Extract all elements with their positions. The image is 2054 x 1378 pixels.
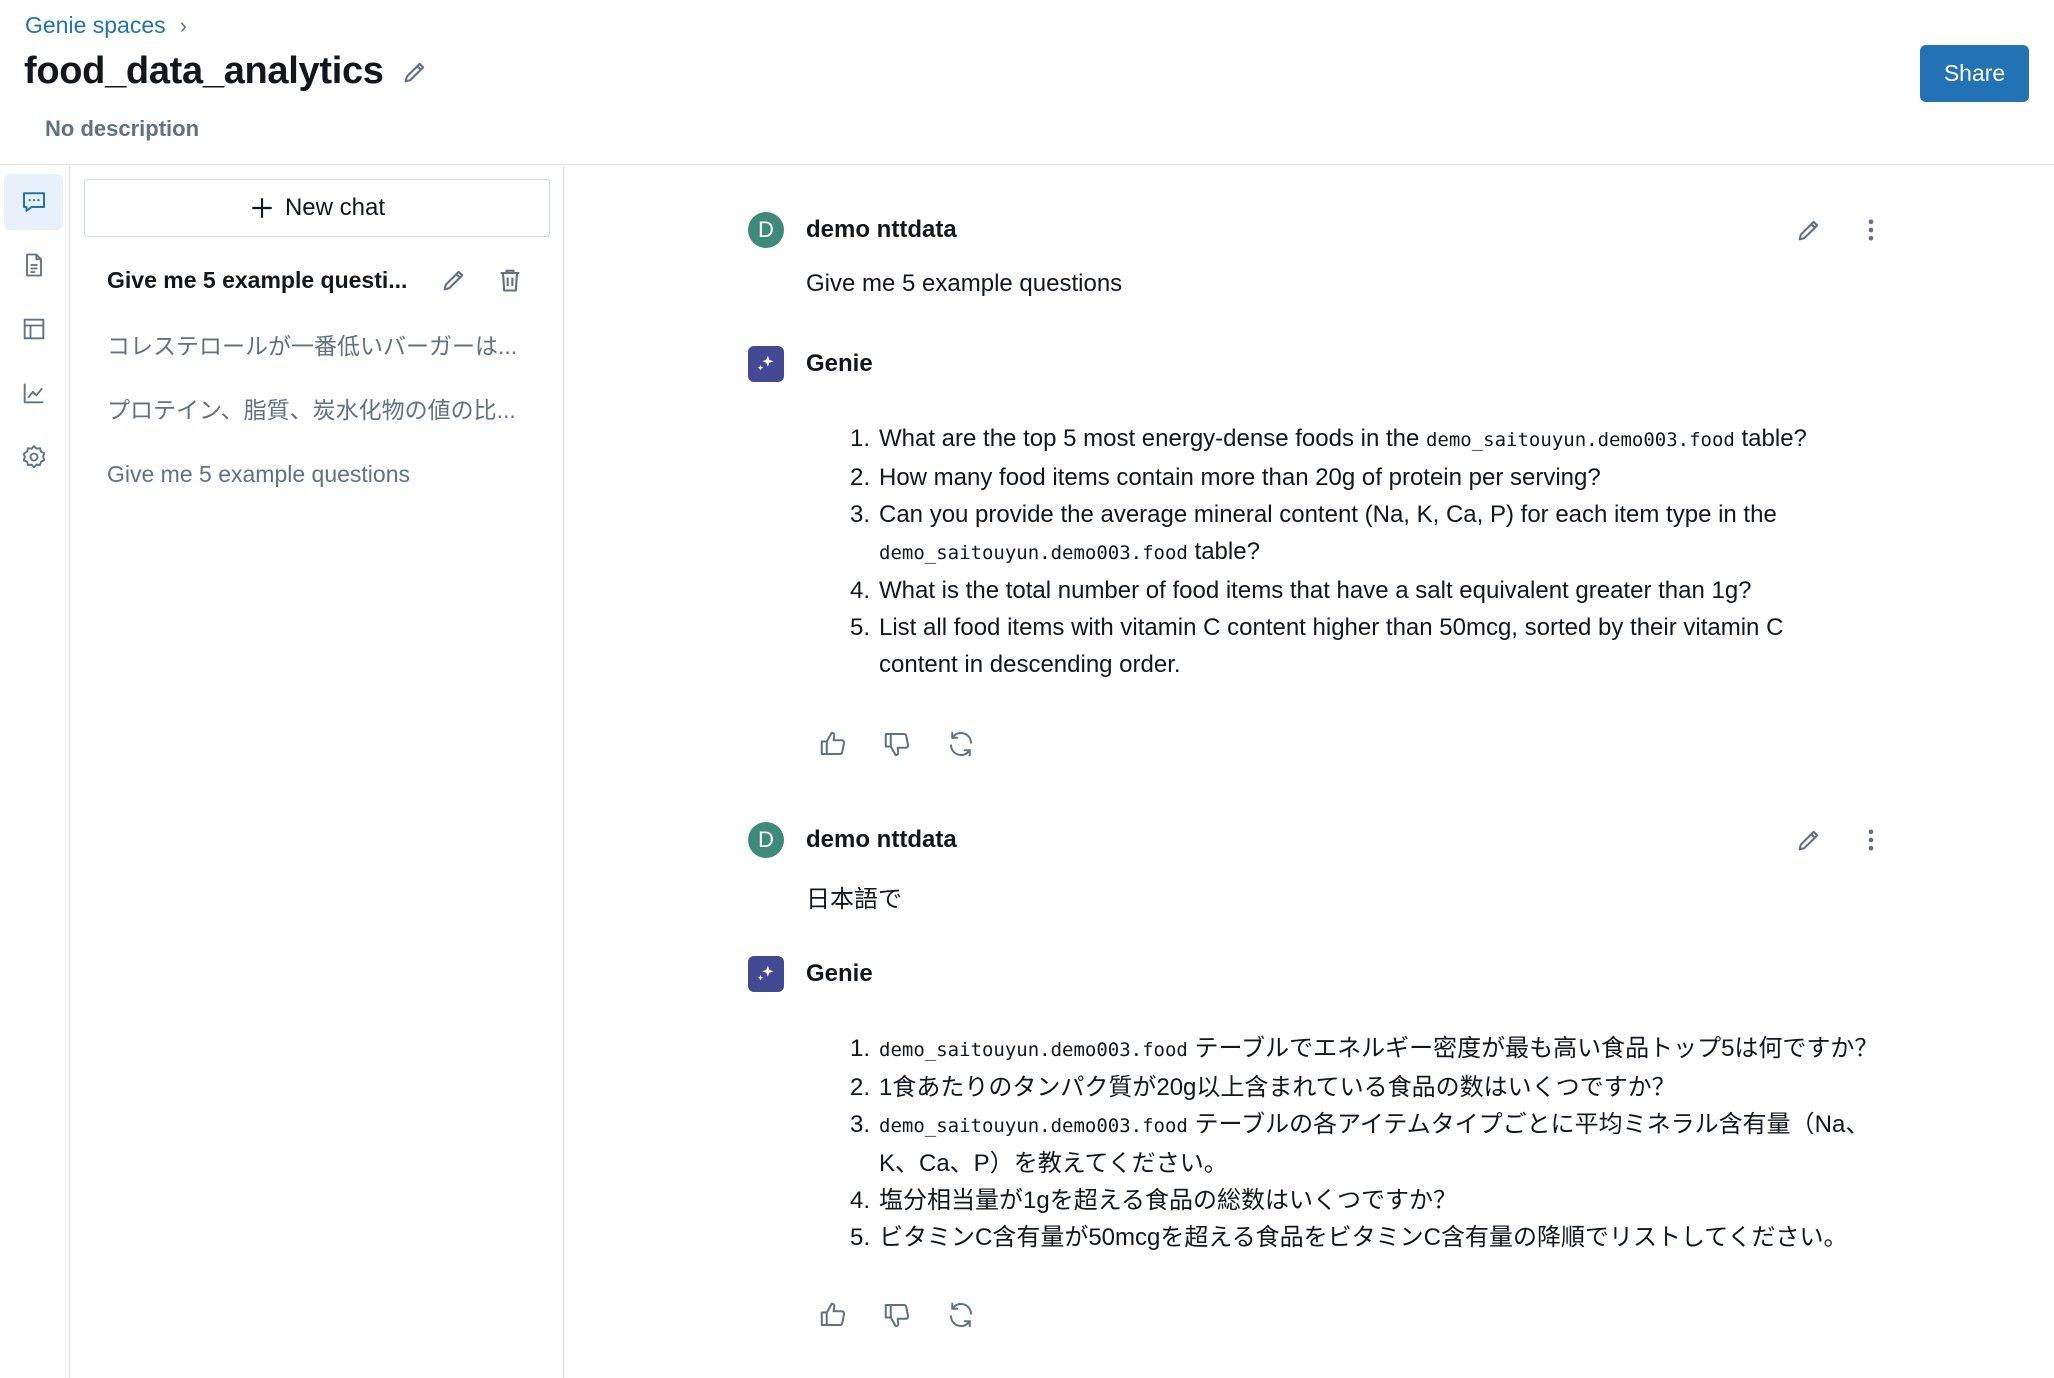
breadcrumb-genie-spaces[interactable]: Genie spaces [25,12,166,39]
regenerate-icon[interactable] [943,1297,979,1333]
chat-list-item[interactable]: Give me 5 example questions [107,452,527,496]
conversation-panel: D demo nttdata Give me 5 example questio… [565,166,2054,1378]
message-header: Genie [748,956,873,992]
new-chat-button[interactable]: New chat [84,179,550,237]
page-title: food_data_analytics [24,50,384,92]
list-item: 3. Can you provide the average mineral co… [850,501,1777,565]
message-author: Genie [806,960,873,987]
feedback-actions [815,726,979,762]
page-header: Genie spaces › food_data_analytics No de… [0,0,2054,165]
thumbs-up-icon[interactable] [815,726,851,762]
list-item: 5. ビタミンC含有量が50mcgを超える食品をビタミンC含有量の降順でリストして… [850,1224,1848,1251]
list-item: 4. 塩分相当量が1gを超える食品の総数はいくつですか？ [850,1187,1457,1214]
list-item: 2. 1食あたりのタンパク質が20g以上含まれている食品の数はいくつですか？ [850,1074,1676,1101]
list-item: 1. demo_saitouyun.demo003.food テーブルでエネルギー… [850,1035,1879,1062]
message-author: demo nttdata [806,826,957,853]
rename-chat-pencil-icon[interactable] [437,263,471,297]
chat-list-item[interactable]: プロテイン、脂質、炭水化物の値の比... [107,386,527,430]
chat-list-item[interactable]: コレステロールが一番低いバーガーは... [107,322,527,366]
avatar: D [748,212,784,248]
plus-icon [252,198,272,218]
more-options-icon[interactable] [1853,822,1889,858]
list-item: 3. demo_saitouyun.demo003.food テーブルの各アイテム… [850,1111,1870,1177]
thumbs-down-icon[interactable] [879,726,915,762]
genie-sparkle-icon [748,956,784,992]
chat-icon[interactable] [4,174,63,230]
message-header: Genie [748,346,873,382]
chat-list-item-label: プロテイン、脂質、炭水化物の値の比... [107,397,516,423]
space-description[interactable]: No description [45,116,199,142]
list-item: 2. How many food items contain more than … [850,464,1601,491]
message-author: Genie [806,350,873,377]
chevron-right-icon: › [179,12,187,38]
list-item: 4. What is the total number of food items… [850,577,1752,604]
list-item: 1. What are the top 5 most energy-dense f… [850,425,1807,452]
message-header: D demo nttdata [748,822,957,858]
list-item: 5. List all food items with vitamin C con… [850,614,1784,678]
thumbs-up-icon[interactable] [815,1297,851,1333]
edit-title-pencil-icon[interactable] [400,57,430,87]
message-actions [1791,822,1889,858]
settings-icon[interactable] [4,429,63,485]
breadcrumb: Genie spaces › [25,12,187,39]
regenerate-icon[interactable] [943,726,979,762]
delete-chat-trash-icon[interactable] [493,263,527,297]
share-button[interactable]: Share [1920,45,2029,102]
message-header: D demo nttdata [748,212,957,248]
edit-message-pencil-icon[interactable] [1791,212,1827,248]
new-chat-label: New chat [284,194,386,221]
chat-list-item-label: コレステロールが一番低いバーガーは... [107,333,518,359]
chart-icon[interactable] [4,365,63,421]
document-icon[interactable] [4,237,63,293]
chat-list-item-label: Give me 5 example questi... [107,266,408,293]
table-icon[interactable] [4,301,63,357]
feedback-actions [815,1297,979,1333]
edit-message-pencil-icon[interactable] [1791,822,1827,858]
side-rail [0,166,70,1378]
user-message-text: 日本語で [806,886,902,913]
thumbs-down-icon[interactable] [879,1297,915,1333]
more-options-icon[interactable] [1853,212,1889,248]
chat-list-item-label: Give me 5 example questions [107,460,410,487]
user-message-text: Give me 5 example questions [806,270,1123,297]
message-author: demo nttdata [806,216,957,243]
genie-sparkle-icon [748,346,784,382]
avatar: D [748,822,784,858]
chat-list-panel: New chat Give me 5 example questi... コレス… [71,166,564,1378]
chat-list-item[interactable]: Give me 5 example questi... [107,258,527,302]
genie-answer-list: 1. demo_saitouyun.demo003.food テーブルでエネルギー… [850,1030,1930,1256]
message-actions [1791,212,1889,248]
genie-answer-list: 1. What are the top 5 most energy-dense f… [850,420,1930,683]
